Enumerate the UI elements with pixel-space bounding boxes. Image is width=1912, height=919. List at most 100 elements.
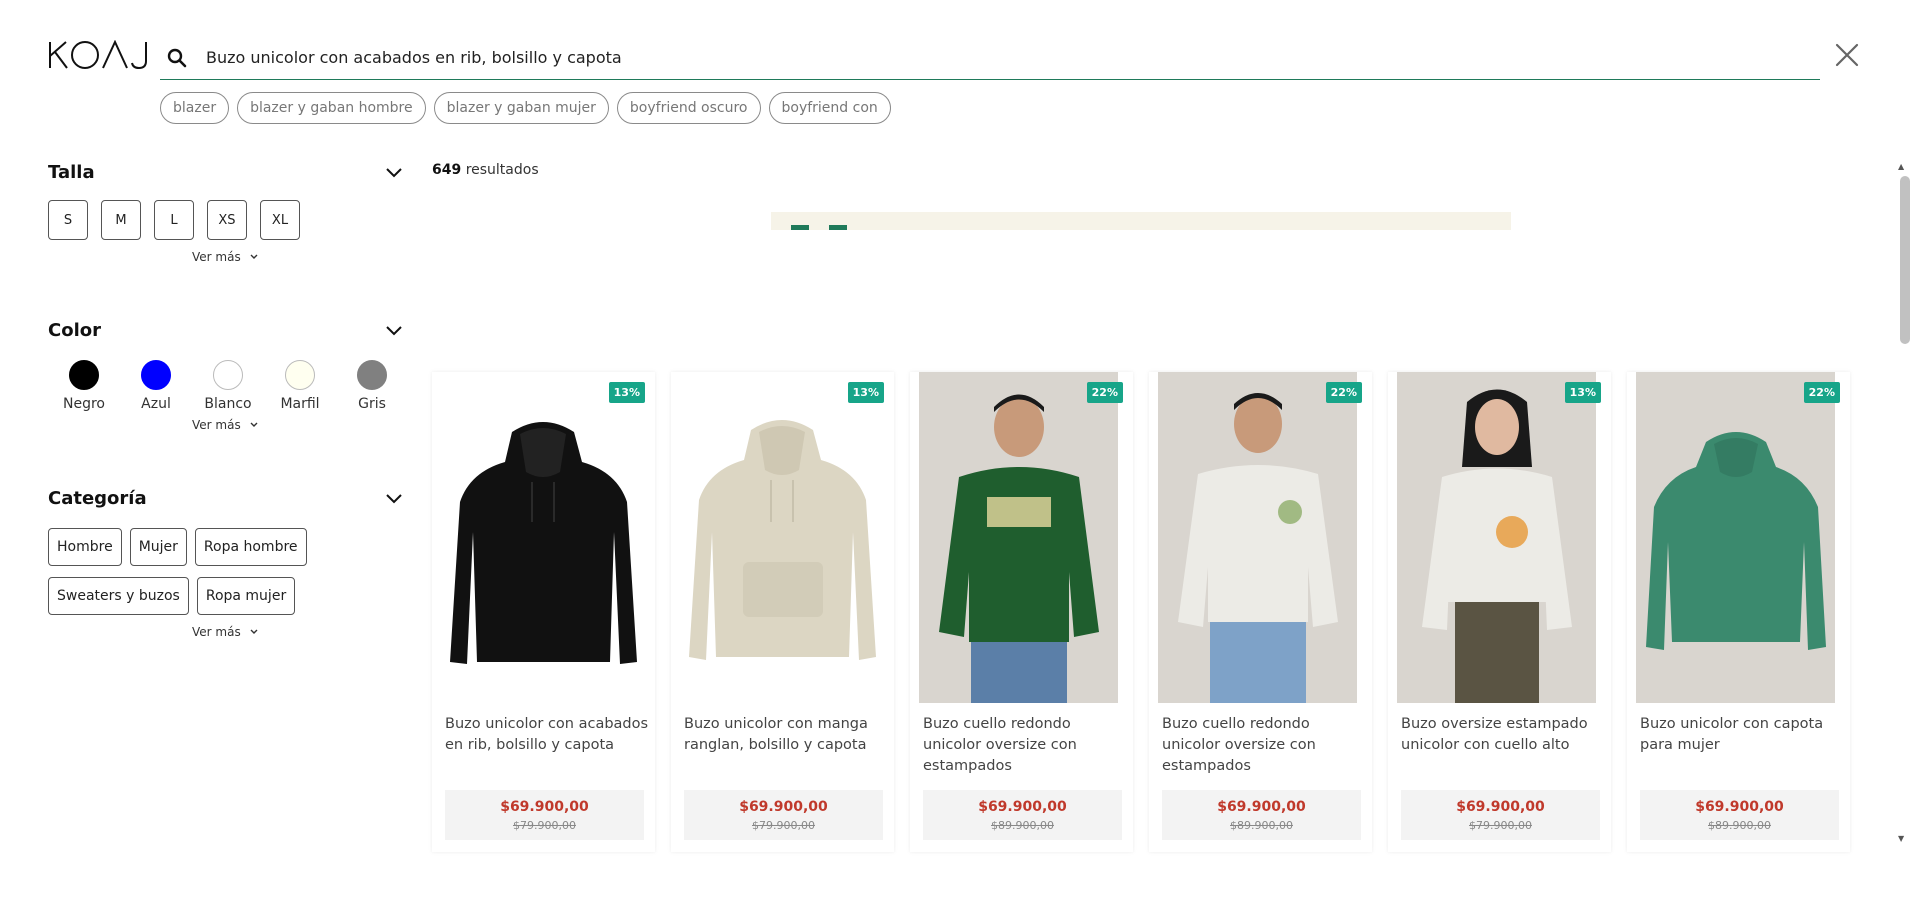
product-image[interactable] bbox=[1158, 372, 1357, 703]
category-option[interactable]: Sweaters y buzos bbox=[48, 577, 189, 615]
chevron-down-icon bbox=[250, 422, 258, 427]
product-name[interactable]: Buzo unicolor con manga ranglan, bolsill… bbox=[684, 714, 889, 756]
chevron-down-icon bbox=[250, 629, 258, 634]
suggestion-chip[interactable]: blazer y gaban mujer bbox=[433, 92, 609, 124]
product-name[interactable]: Buzo cuello redondo unicolor oversize co… bbox=[923, 714, 1128, 777]
results-count: 649 resultados bbox=[432, 162, 539, 178]
color-label: Marfil bbox=[280, 396, 320, 412]
product-image[interactable] bbox=[1636, 372, 1835, 703]
product-image[interactable] bbox=[671, 372, 894, 703]
size-option[interactable]: L bbox=[154, 200, 194, 240]
product-card[interactable]: 13% Buzo unicolor con manga ranglan, bol… bbox=[671, 372, 894, 852]
product-image[interactable] bbox=[1397, 372, 1596, 703]
price-box: $69.900,00 $89.900,00 bbox=[1640, 790, 1839, 840]
price-box: $69.900,00 $79.900,00 bbox=[445, 790, 644, 840]
product-price: $69.900,00 bbox=[978, 798, 1067, 815]
search-icon[interactable] bbox=[160, 41, 194, 75]
scroll-down-arrow[interactable]: ▼ bbox=[1898, 834, 1904, 843]
product-grid: 13% Buzo unicolor con acabados en rib, b… bbox=[432, 372, 1850, 852]
product-price: $69.900,00 bbox=[1695, 798, 1784, 815]
color-label: Negro bbox=[63, 396, 105, 412]
color-option-gris[interactable]: Gris bbox=[336, 360, 408, 412]
product-old-price: $89.900,00 bbox=[991, 818, 1054, 832]
product-image[interactable] bbox=[919, 372, 1118, 703]
discount-badge: 22% bbox=[1325, 382, 1362, 403]
suggestion-chip[interactable]: boyfriend oscuro bbox=[616, 92, 761, 124]
ver-mas-button[interactable]: Ver más bbox=[192, 250, 408, 264]
color-option-marfil[interactable]: Marfil bbox=[264, 360, 336, 412]
scroll-up-arrow[interactable]: ▲ bbox=[1898, 162, 1904, 171]
color-swatch[interactable] bbox=[69, 360, 99, 390]
price-box: $69.900,00 $79.900,00 bbox=[684, 790, 883, 840]
color-label: Gris bbox=[358, 396, 386, 412]
suggestion-chip[interactable]: boyfriend con bbox=[768, 92, 891, 124]
product-price: $69.900,00 bbox=[1456, 798, 1545, 815]
scrollbar-thumb[interactable] bbox=[1900, 176, 1910, 344]
suggestion-chip[interactable]: blazer y gaban hombre bbox=[237, 92, 426, 124]
size-option[interactable]: XS bbox=[207, 200, 247, 240]
price-box: $69.900,00 $89.900,00 bbox=[1162, 790, 1361, 840]
filter-color-header[interactable]: Color bbox=[48, 308, 404, 352]
close-icon[interactable] bbox=[1834, 42, 1860, 68]
product-old-price: $79.900,00 bbox=[513, 818, 576, 832]
product-name[interactable]: Buzo unicolor con capota para mujer bbox=[1640, 714, 1845, 756]
search-input[interactable] bbox=[206, 48, 1706, 67]
category-option[interactable]: Mujer bbox=[129, 528, 187, 566]
size-option[interactable]: XL bbox=[260, 200, 300, 240]
product-name[interactable]: Buzo cuello redondo unicolor oversize co… bbox=[1162, 714, 1367, 777]
product-price: $69.900,00 bbox=[739, 798, 828, 815]
chevron-down-icon[interactable] bbox=[384, 162, 404, 182]
discount-badge: 13% bbox=[608, 382, 645, 403]
banner-indicator[interactable] bbox=[829, 225, 847, 230]
filters-sidebar: Talla S M L XS XL Ver más Color Negro Az… bbox=[48, 150, 408, 683]
size-option[interactable]: S bbox=[48, 200, 88, 240]
category-option[interactable]: Hombre bbox=[48, 528, 122, 566]
koaj-logo[interactable] bbox=[48, 40, 150, 70]
discount-badge: 22% bbox=[1803, 382, 1840, 403]
ver-mas-button[interactable]: Ver más bbox=[192, 418, 408, 432]
search-bar bbox=[160, 36, 1820, 80]
promo-banner[interactable] bbox=[771, 212, 1511, 230]
product-price: $69.900,00 bbox=[500, 798, 589, 815]
product-card[interactable]: 13% Buzo oversize estampado unicolor con… bbox=[1388, 372, 1611, 852]
ver-mas-label: Ver más bbox=[192, 625, 241, 639]
color-swatch[interactable] bbox=[357, 360, 387, 390]
category-option[interactable]: Ropa hombre bbox=[194, 528, 307, 566]
product-card[interactable]: 22% Buzo cuello redondo unicolor oversiz… bbox=[910, 372, 1133, 852]
product-old-price: $79.900,00 bbox=[1469, 818, 1532, 832]
ver-mas-button[interactable]: Ver más bbox=[192, 625, 408, 639]
size-option[interactable]: M bbox=[101, 200, 141, 240]
chevron-down-icon bbox=[250, 254, 258, 259]
color-swatch[interactable] bbox=[141, 360, 171, 390]
product-old-price: $79.900,00 bbox=[752, 818, 815, 832]
filter-categoria: Categoría Hombre Mujer Ropa hombre Sweat… bbox=[48, 476, 408, 639]
search-suggestions: blazer blazer y gaban hombre blazer y ga… bbox=[160, 92, 891, 124]
color-option-blanco[interactable]: Blanco bbox=[192, 360, 264, 412]
filter-talla: Talla S M L XS XL Ver más bbox=[48, 150, 408, 264]
product-image[interactable] bbox=[432, 372, 655, 703]
product-card[interactable]: 22% Buzo unicolor con capota para mujer … bbox=[1627, 372, 1850, 852]
product-name[interactable]: Buzo unicolor con acabados en rib, bolsi… bbox=[445, 714, 650, 756]
chevron-down-icon[interactable] bbox=[384, 488, 404, 508]
color-option-azul[interactable]: Azul bbox=[120, 360, 192, 412]
banner-indicator[interactable] bbox=[791, 225, 809, 230]
suggestion-chip[interactable]: blazer bbox=[160, 92, 230, 124]
filter-talla-header[interactable]: Talla bbox=[48, 150, 404, 194]
product-card[interactable]: 22% Buzo cuello redondo unicolor oversiz… bbox=[1149, 372, 1372, 852]
discount-badge: 13% bbox=[847, 382, 884, 403]
color-option-negro[interactable]: Negro bbox=[48, 360, 120, 412]
category-option[interactable]: Ropa mujer bbox=[196, 577, 296, 615]
color-swatch[interactable] bbox=[213, 360, 243, 390]
price-box: $69.900,00 $89.900,00 bbox=[923, 790, 1122, 840]
results-label: resultados bbox=[465, 162, 539, 178]
filter-title: Talla bbox=[48, 161, 95, 183]
product-old-price: $89.900,00 bbox=[1708, 818, 1771, 832]
results-number: 649 bbox=[432, 162, 462, 178]
filter-categoria-header[interactable]: Categoría bbox=[48, 476, 404, 520]
chevron-down-icon[interactable] bbox=[384, 320, 404, 340]
ver-mas-label: Ver más bbox=[192, 250, 241, 264]
product-card[interactable]: 13% Buzo unicolor con acabados en rib, b… bbox=[432, 372, 655, 852]
color-swatch[interactable] bbox=[285, 360, 315, 390]
product-name[interactable]: Buzo oversize estampado unicolor con cue… bbox=[1401, 714, 1606, 756]
filter-title: Categoría bbox=[48, 487, 147, 509]
